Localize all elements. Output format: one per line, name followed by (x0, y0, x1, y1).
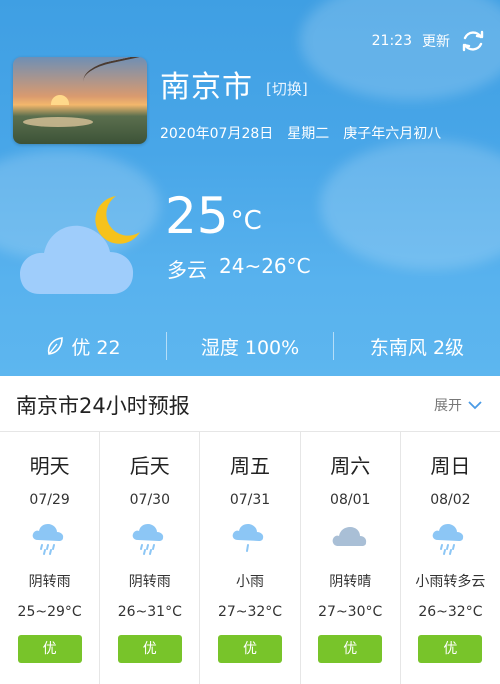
current-condition: 多云 24~26°C (167, 254, 311, 283)
day-condition: 小雨转多云 (415, 574, 486, 590)
light-rain-icon (232, 524, 264, 552)
aqi-stat[interactable]: 优 22 (0, 333, 166, 360)
day-temperature: 26~31°C (117, 604, 182, 620)
day-name: 周五 (230, 454, 270, 478)
expand-button[interactable]: 展开 (434, 395, 482, 415)
chevron-down-icon (468, 401, 482, 410)
day-date: 07/31 (229, 492, 271, 508)
bg-cloud (320, 140, 500, 270)
forecast-day[interactable]: 明天 07/29 阴转雨 25~29°C 优 (0, 432, 101, 684)
day-temperature: 26~32°C (418, 604, 483, 620)
condition-text: 多云 (167, 258, 207, 282)
day-condition: 小雨 (236, 574, 264, 590)
forecast-header: 南京市24小时预报 展开 (0, 376, 500, 432)
aqi-badge: 优 (117, 635, 182, 663)
humidity-stat: 湿度 100% (167, 333, 333, 360)
switch-city-link[interactable]: [切换] (266, 78, 308, 99)
day-name: 周日 (430, 454, 471, 478)
expand-label: 展开 (434, 398, 462, 414)
temperature-unit: °C (230, 206, 262, 236)
aqi-value: 优 22 (71, 336, 121, 359)
day-date: 08/02 (430, 492, 471, 508)
rain-icon (132, 524, 163, 555)
gregorian-date: 2020年07月28日 (160, 126, 274, 142)
day-condition: 阴转晴 (329, 574, 372, 590)
leaf-icon (48, 337, 64, 355)
weather-hero: 21:23 更新 南京市 [切换] 2020年07月28日 星期二 庚子年六月初… (0, 0, 500, 376)
date-line: 2020年07月28日 星期二 庚子年六月初八 (160, 123, 441, 143)
aqi-badge: 优 (318, 635, 383, 663)
wind-stat: 东南风 2级 (334, 333, 500, 360)
humidity-value: 湿度 100% (200, 336, 300, 359)
day-temperature: 27~32°C (217, 604, 283, 620)
stats-bar: 优 22 湿度 100% 东南风 2级 (0, 326, 500, 366)
forecast-day[interactable]: 周五 07/31 小雨 27~32°C 优 (200, 432, 301, 684)
city-photo (13, 57, 147, 144)
weekday: 星期二 (287, 126, 330, 142)
update-time: 21:23 (371, 33, 412, 49)
wind-value: 东南风 2级 (369, 336, 465, 359)
forecast-day[interactable]: 周日 08/02 小雨转多云 26~32°C 优 (401, 432, 500, 684)
lunar-date: 庚子年六月初八 (343, 126, 442, 142)
forecast-day[interactable]: 周六 08/01 阴转晴 27~30°C 优 (301, 432, 401, 684)
forecast-day[interactable]: 后天 07/30 阴转雨 26~31°C 优 (100, 432, 201, 684)
forecast-days: 明天 07/29 阴转雨 25~29°C 优 后天 07/30 阴转雨 26~31°C 优 周五 07… (0, 432, 500, 684)
current-temperature: 25 °C (165, 186, 262, 246)
refresh-icon[interactable] (460, 28, 486, 54)
aqi-badge: 优 (218, 635, 282, 663)
day-date: 07/29 (29, 492, 70, 508)
day-date: 08/01 (330, 492, 371, 508)
city-name: 南京市 (160, 70, 253, 105)
aqi-badge: 优 (418, 635, 483, 663)
overcast-icon (332, 527, 367, 546)
status-bar: 21:23 更新 (372, 28, 486, 54)
day-condition: 阴转雨 (128, 574, 171, 590)
day-temperature: 27~30°C (318, 604, 383, 620)
day-name: 周六 (330, 454, 371, 478)
day-temperature: 25~29°C (17, 604, 82, 620)
day-name: 明天 (29, 454, 70, 478)
day-name: 后天 (129, 454, 170, 478)
rain-icon (32, 524, 63, 555)
temperature-range: 24~26°C (219, 254, 311, 278)
day-condition: 阴转雨 (28, 574, 71, 590)
cloudy-night-icon (20, 196, 140, 294)
day-date: 07/30 (129, 492, 170, 508)
temperature-value: 25 (165, 187, 229, 245)
forecast-title: 南京市24小时预报 (16, 394, 190, 418)
rain-icon (433, 524, 464, 555)
refresh-label[interactable]: 更新 (422, 31, 450, 51)
aqi-badge: 优 (17, 635, 82, 663)
